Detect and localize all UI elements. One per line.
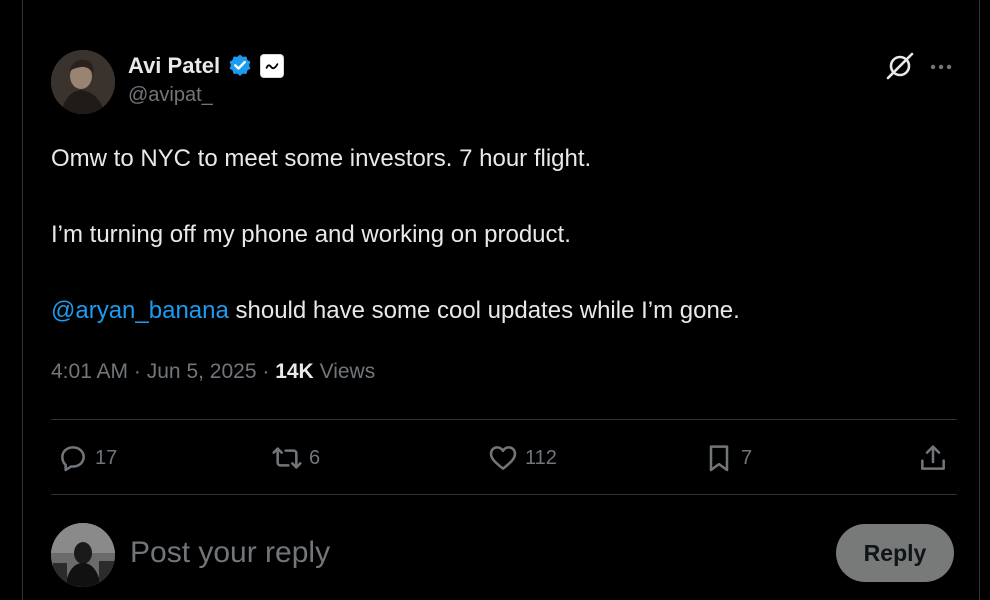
current-user-avatar-image: [51, 523, 115, 587]
tweet-line-3-text: should have some cool updates while I’m …: [228, 297, 740, 324]
tweet-meta: 4:01 AM · Jun 5, 2025 · 14K Views: [51, 360, 375, 384]
like-count: 112: [525, 446, 557, 469]
reply-button[interactable]: 17: [57, 442, 117, 474]
bookmark-icon: [709, 445, 729, 472]
author-display-name[interactable]: Avi Patel: [128, 53, 220, 79]
reply-submit-button[interactable]: Reply: [836, 524, 954, 582]
reply-count: 17: [95, 446, 118, 469]
tweet-line-1: Omw to NYC to meet some investors. 7 hou…: [51, 145, 592, 172]
meta-separator: ·: [133, 360, 141, 383]
tweet-date[interactable]: Jun 5, 2025: [147, 360, 257, 383]
repost-button[interactable]: 6: [271, 442, 320, 474]
more-icon[interactable]: [926, 52, 956, 82]
meta-separator: ·: [262, 360, 270, 383]
author-avatar[interactable]: [51, 50, 115, 114]
tweet-text: Omw to NYC to meet some investors. 7 hou…: [51, 140, 951, 368]
author-name-row: Avi Patel: [128, 52, 285, 80]
share-button[interactable]: [917, 442, 949, 474]
action-bar: 17 6 112 7: [51, 420, 957, 494]
like-button[interactable]: 112: [487, 442, 557, 474]
repost-icon: [272, 447, 302, 469]
current-user-avatar[interactable]: [51, 523, 115, 587]
divider-bottom: [51, 494, 957, 495]
tweet-line-3: @aryan_banana should have some cool upda…: [51, 292, 951, 330]
reply-icon: [61, 446, 85, 472]
views-count: 14K: [275, 360, 314, 383]
views-label: Views: [319, 360, 376, 383]
verified-icon[interactable]: [227, 53, 253, 79]
reply-input[interactable]: [130, 530, 810, 576]
tweet-line-2: I’m turning off my phone and working on …: [51, 221, 571, 248]
like-icon: [489, 446, 517, 470]
bookmark-button[interactable]: 7: [703, 442, 752, 474]
share-icon: [921, 445, 945, 470]
grok-icon[interactable]: [884, 50, 916, 82]
avatar-image: [51, 50, 115, 114]
bookmark-count: 7: [741, 446, 753, 469]
mention-link[interactable]: @aryan_banana: [51, 297, 229, 324]
repost-count: 6: [309, 446, 321, 469]
tweet-time[interactable]: 4:01 AM: [51, 360, 128, 383]
affiliate-badge-icon[interactable]: [260, 54, 285, 78]
author-handle[interactable]: @avipat_: [128, 84, 213, 107]
